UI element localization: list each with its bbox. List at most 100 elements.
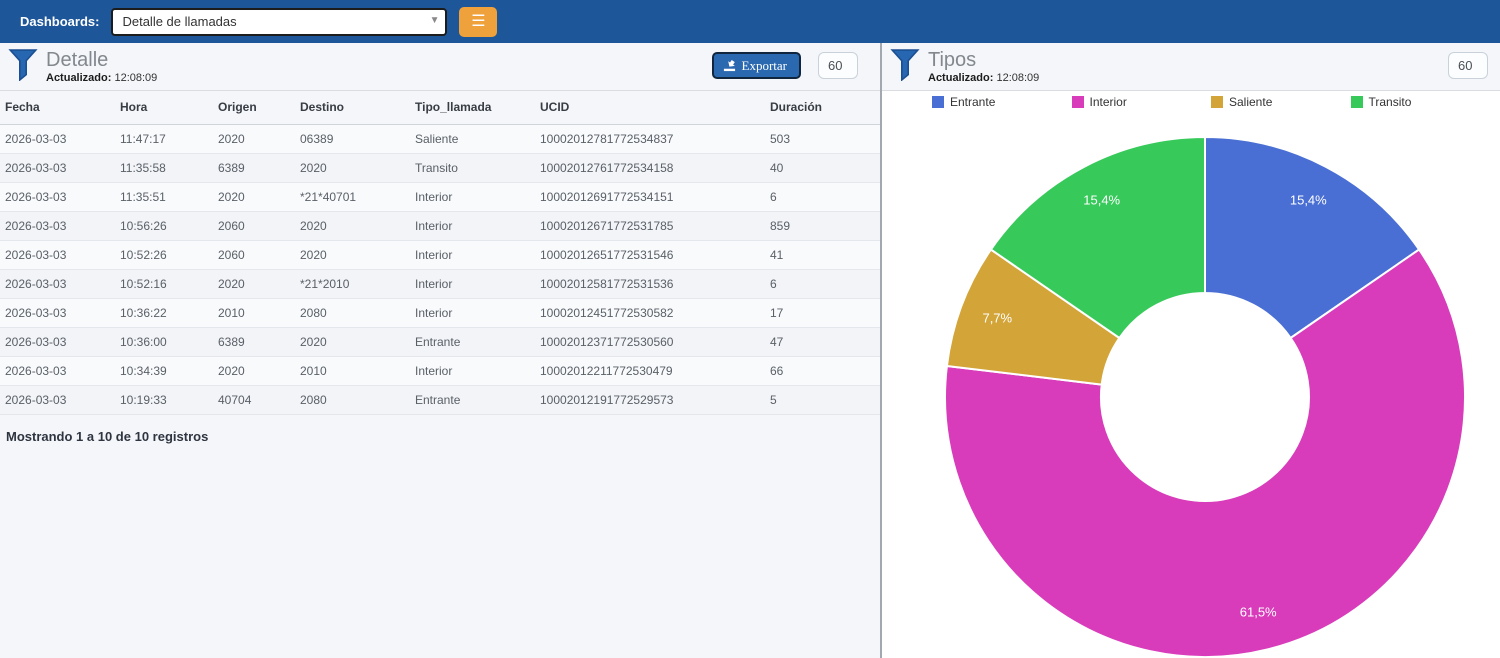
table-cell: 2026-03-03	[0, 153, 115, 182]
legend-item-transito[interactable]: Transito	[1351, 93, 1491, 111]
table-cell: 06389	[295, 124, 410, 153]
legend-label: Interior	[1090, 95, 1127, 109]
refresh-interval-input[interactable]	[818, 52, 858, 79]
export-button-label: Exportar	[742, 58, 787, 74]
filter-funnel-icon[interactable]	[890, 49, 920, 81]
table-cell: 2026-03-03	[0, 124, 115, 153]
calls-table: FechaHoraOrigenDestinoTipo_llamadaUCIDDu…	[0, 91, 880, 415]
table-cell: 10002012671772531785	[535, 211, 765, 240]
updated-text: Actualizado: 12:08:09	[46, 72, 157, 84]
legend-label: Transito	[1369, 95, 1412, 109]
table-cell: 10002012581772531536	[535, 269, 765, 298]
table-cell: Entrante	[410, 327, 535, 356]
legend-swatch-icon	[1211, 96, 1223, 108]
table-cell: *21*2010	[295, 269, 410, 298]
table-cell: 2020	[213, 356, 295, 385]
table-cell: 41	[765, 240, 880, 269]
table-cell: *21*40701	[295, 182, 410, 211]
table-cell: 2020	[213, 124, 295, 153]
table-row: 2026-03-0310:36:0063892020Entrante100020…	[0, 327, 880, 356]
dashboard-select[interactable]: Detalle de llamadas	[111, 8, 447, 36]
table-header-row: FechaHoraOrigenDestinoTipo_llamadaUCIDDu…	[0, 91, 880, 124]
table-cell: 10:19:33	[115, 385, 213, 414]
updated-text: Actualizado: 12:08:09	[928, 72, 1039, 84]
table-cell: Interior	[410, 211, 535, 240]
table-cell: 10:52:26	[115, 240, 213, 269]
hamburger-icon: ☰	[471, 14, 485, 30]
table-cell: 40704	[213, 385, 295, 414]
table-records-summary: Mostrando 1 a 10 de 10 registros	[0, 415, 880, 444]
table-cell: 10002012651772531546	[535, 240, 765, 269]
column-header: Fecha	[0, 91, 115, 124]
table-cell: 11:47:17	[115, 124, 213, 153]
table-cell: 503	[765, 124, 880, 153]
table-cell: 6	[765, 269, 880, 298]
pie-percentage-label: 15,4%	[1083, 193, 1120, 208]
panel-title: Detalle	[46, 49, 157, 71]
table-cell: 2020	[295, 153, 410, 182]
table-cell: 10002012761772534158	[535, 153, 765, 182]
table-cell: 66	[765, 356, 880, 385]
dashboard-panels: Detalle Actualizado: 12:08:09 Exportar	[0, 43, 1500, 658]
tipos-panel-header: Tipos Actualizado: 12:08:09	[882, 43, 1500, 91]
table-cell: 2060	[213, 211, 295, 240]
table-cell: 2010	[213, 298, 295, 327]
table-cell: 10002012371772530560	[535, 327, 765, 356]
table-cell: 2026-03-03	[0, 298, 115, 327]
table-cell: 2010	[295, 356, 410, 385]
donut-chart: 15,4%61,5%7,7%15,4%	[882, 111, 1500, 658]
table-row: 2026-03-0310:52:162020*21*2010Interior10…	[0, 269, 880, 298]
column-header: Hora	[115, 91, 213, 124]
legend-swatch-icon	[932, 96, 944, 108]
legend-item-entrante[interactable]: Entrante	[932, 93, 1072, 111]
table-cell: Transito	[410, 153, 535, 182]
table-cell: Interior	[410, 182, 535, 211]
table-cell: 2026-03-03	[0, 269, 115, 298]
table-cell: Saliente	[410, 124, 535, 153]
table-cell: 10002012691772534151	[535, 182, 765, 211]
table-cell: 2080	[295, 298, 410, 327]
table-body: 2026-03-0311:47:17202006389Saliente10002…	[0, 124, 880, 414]
table-cell: 10:34:39	[115, 356, 213, 385]
menu-button[interactable]: ☰	[459, 7, 497, 37]
table-cell: 2020	[295, 211, 410, 240]
refresh-interval-input[interactable]	[1448, 52, 1488, 79]
table-cell: 6389	[213, 153, 295, 182]
tipos-panel: Tipos Actualizado: 12:08:09 Entrante Inte…	[882, 43, 1500, 658]
table-cell: Interior	[410, 298, 535, 327]
column-header: UCID	[535, 91, 765, 124]
table-cell: 2020	[213, 182, 295, 211]
filter-funnel-icon[interactable]	[8, 49, 38, 81]
top-navbar: Dashboards: Detalle de llamadas ▼ ☰	[0, 0, 1500, 43]
legend-item-interior[interactable]: Interior	[1072, 93, 1212, 111]
table-cell: 10002012211772530479	[535, 356, 765, 385]
table-cell: 6	[765, 182, 880, 211]
table-row: 2026-03-0310:36:2220102080Interior100020…	[0, 298, 880, 327]
column-header: Origen	[213, 91, 295, 124]
table-cell: 2020	[295, 327, 410, 356]
export-button[interactable]: Exportar	[712, 52, 801, 79]
table-row: 2026-03-0311:47:17202006389Saliente10002…	[0, 124, 880, 153]
table-cell: 10002012451772530582	[535, 298, 765, 327]
table-cell: 2026-03-03	[0, 240, 115, 269]
pie-percentage-label: 61,5%	[1240, 605, 1277, 620]
pie-percentage-label: 15,4%	[1290, 193, 1327, 208]
table-cell: 17	[765, 298, 880, 327]
calls-table-area: FechaHoraOrigenDestinoTipo_llamadaUCIDDu…	[0, 91, 880, 444]
table-cell: 11:35:58	[115, 153, 213, 182]
column-header: Destino	[295, 91, 410, 124]
table-cell: 40	[765, 153, 880, 182]
legend-item-saliente[interactable]: Saliente	[1211, 93, 1351, 111]
chart-legend: Entrante Interior Saliente Transito	[932, 93, 1490, 111]
table-cell: 2026-03-03	[0, 356, 115, 385]
legend-label: Entrante	[950, 95, 995, 109]
table-cell: 2080	[295, 385, 410, 414]
updated-label: Actualizado:	[46, 72, 111, 84]
updated-time: 12:08:09	[996, 72, 1039, 84]
table-cell: 47	[765, 327, 880, 356]
detalle-panel: Detalle Actualizado: 12:08:09 Exportar	[0, 43, 880, 658]
table-cell: 5	[765, 385, 880, 414]
legend-swatch-icon	[1351, 96, 1363, 108]
table-row: 2026-03-0310:34:3920202010Interior100020…	[0, 356, 880, 385]
table-cell: 10002012191772529573	[535, 385, 765, 414]
